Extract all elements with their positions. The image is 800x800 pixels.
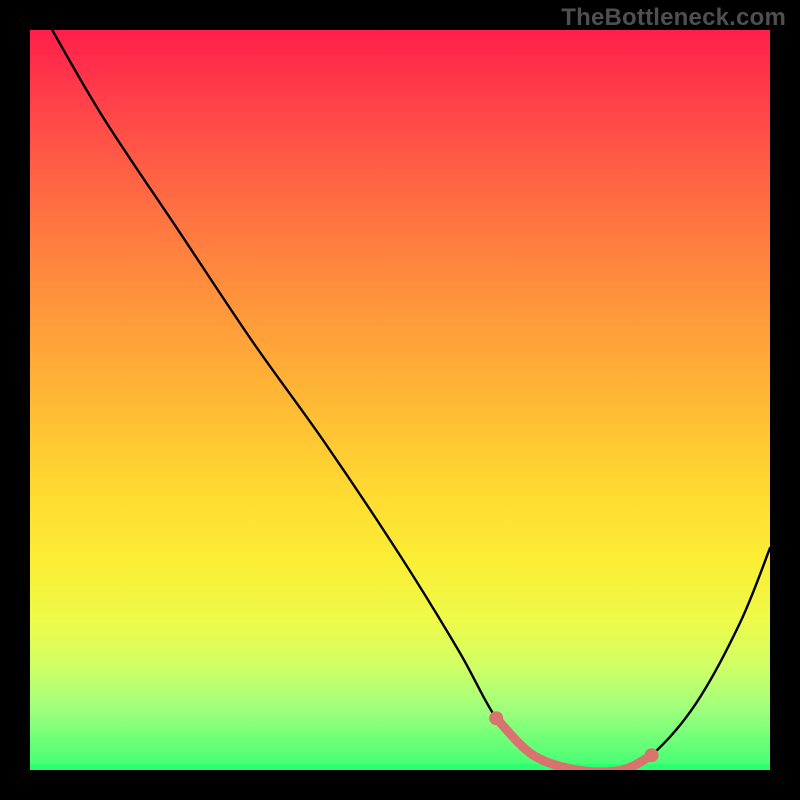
series-highlight-segment (496, 718, 651, 770)
curve-layer (52, 30, 770, 770)
marker-0 (489, 711, 503, 725)
series-bottleneck-curve (52, 30, 770, 770)
curve-svg (30, 30, 770, 770)
plot-area (30, 30, 770, 770)
chart-frame: TheBottleneck.com (0, 0, 800, 800)
marker-1 (645, 748, 659, 762)
attribution-label: TheBottleneck.com (561, 4, 786, 32)
